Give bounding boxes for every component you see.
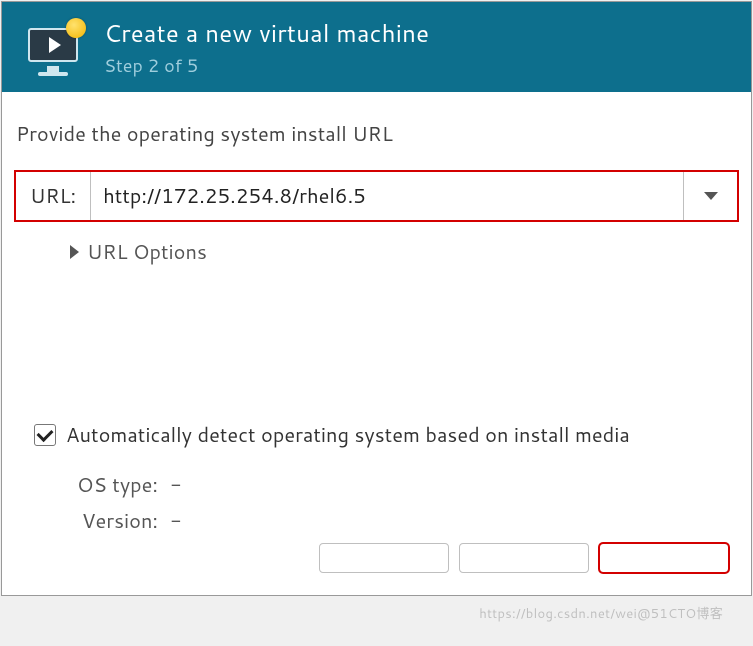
back-button[interactable] bbox=[459, 543, 589, 573]
os-type-label: OS type: bbox=[68, 471, 158, 499]
cancel-button[interactable] bbox=[319, 543, 449, 573]
new-star-icon bbox=[66, 18, 86, 38]
dialog-step: Step 2 of 5 bbox=[104, 52, 429, 78]
check-icon bbox=[37, 425, 54, 442]
forward-button[interactable] bbox=[599, 543, 729, 573]
triangle-right-icon bbox=[70, 245, 79, 259]
auto-detect-label: Automatically detect operating system ba… bbox=[66, 421, 630, 449]
url-input[interactable] bbox=[91, 172, 683, 220]
auto-detect-row[interactable]: Automatically detect operating system ba… bbox=[34, 421, 741, 449]
url-options-expander[interactable]: URL Options bbox=[70, 238, 741, 266]
vm-monitor-icon bbox=[24, 22, 82, 72]
url-dropdown-button[interactable] bbox=[683, 172, 737, 220]
url-label: URL: bbox=[16, 172, 91, 220]
button-bar bbox=[12, 543, 741, 577]
os-info: OS type: - Version: - bbox=[68, 471, 741, 535]
url-options-label: URL Options bbox=[87, 238, 207, 266]
auto-detect-checkbox[interactable] bbox=[34, 424, 56, 446]
header-text: Create a new virtual machine Step 2 of 5 bbox=[104, 16, 429, 78]
dialog-content: Provide the operating system install URL… bbox=[2, 92, 751, 595]
spacer bbox=[12, 266, 741, 421]
version-value: - bbox=[170, 507, 182, 535]
url-row: URL: bbox=[14, 170, 739, 222]
watermark: https://blog.csdn.net/wei@51CTO博客 bbox=[479, 603, 723, 623]
os-type-value: - bbox=[170, 471, 182, 499]
version-label: Version: bbox=[68, 507, 158, 535]
chevron-down-icon bbox=[704, 192, 718, 200]
instruction-text: Provide the operating system install URL bbox=[12, 120, 741, 148]
dialog-title: Create a new virtual machine bbox=[104, 16, 429, 50]
dialog-window: Create a new virtual machine Step 2 of 5… bbox=[1, 1, 752, 596]
dialog-header: Create a new virtual machine Step 2 of 5 bbox=[2, 2, 751, 92]
